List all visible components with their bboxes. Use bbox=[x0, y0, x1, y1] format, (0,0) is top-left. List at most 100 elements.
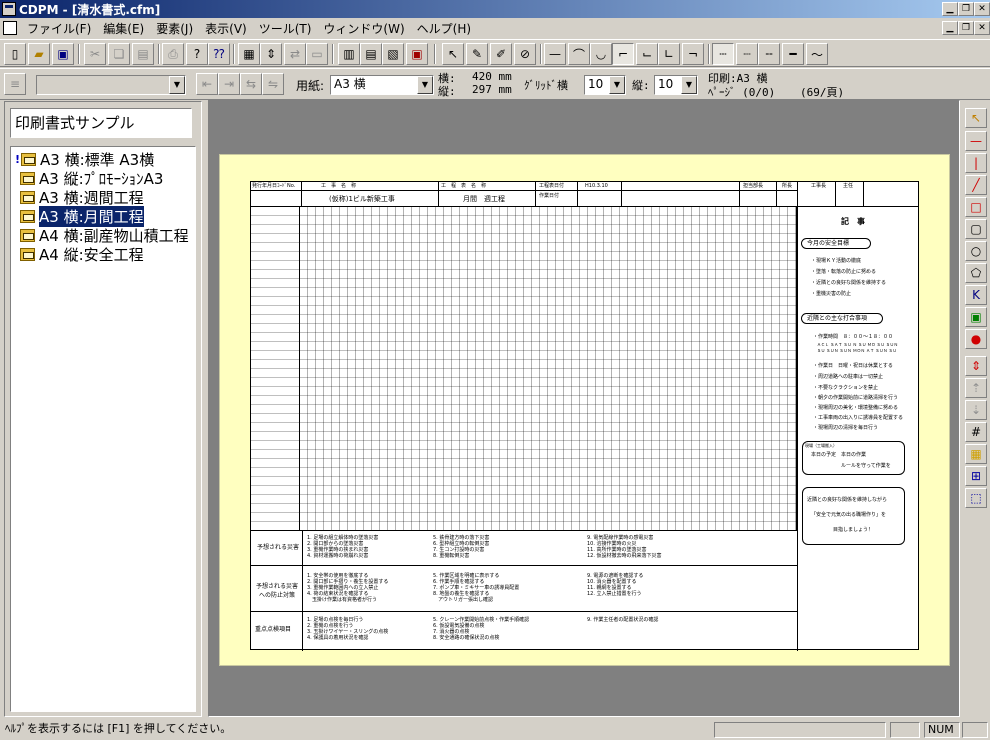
help-icon[interactable]: ? bbox=[186, 43, 208, 65]
page-count-label: (69/頁) bbox=[800, 86, 845, 99]
countermeasure-column: 1. 安全帯の使用を徹底する 2. 開口部に手摺り・養生を設置する 3. 重機作… bbox=[307, 573, 389, 603]
paste-icon[interactable]: ▤ bbox=[132, 43, 154, 65]
close-button[interactable]: ✕ bbox=[974, 2, 990, 16]
menu-file[interactable]: ファイル(F) bbox=[21, 20, 97, 37]
font-combo[interactable]: ▼ bbox=[36, 75, 186, 95]
eraser-icon[interactable]: ⊘ bbox=[514, 43, 536, 65]
rounded-rect-icon[interactable]: ▢ bbox=[965, 219, 987, 239]
zoom-area-icon[interactable]: ⬚ bbox=[965, 488, 987, 508]
copy-icon[interactable]: ❏ bbox=[108, 43, 130, 65]
crosshair-icon[interactable]: ⊞ bbox=[965, 466, 987, 486]
form-name-field[interactable]: 印刷書式サンプル bbox=[10, 108, 192, 138]
form-list-item-selected[interactable]: A3 横:月間工程 bbox=[11, 206, 195, 227]
grid-width-label: ｸﾞﾘｯﾄﾞ横 bbox=[524, 79, 568, 92]
doc-close-button[interactable]: ✕ bbox=[974, 21, 990, 35]
layout-icon-4[interactable]: ▣ bbox=[406, 43, 428, 65]
form-list-item[interactable]: A4 縦:安全工程 bbox=[11, 245, 195, 264]
menu-tools[interactable]: ツール(T) bbox=[253, 20, 318, 37]
ellipse-icon[interactable]: ○ bbox=[965, 241, 987, 261]
layout-icon-2[interactable]: ▤ bbox=[360, 43, 382, 65]
line-dot-icon[interactable]: ╌ bbox=[758, 43, 780, 65]
form-list-item[interactable]: A3 縦:ﾌﾟﾛﾓｰｼｮﾝA3 bbox=[11, 169, 195, 188]
line-corner4-icon[interactable]: ¬ bbox=[682, 43, 704, 65]
frame-icon[interactable]: ▭ bbox=[306, 43, 328, 65]
header-cell: H10.3.10 bbox=[585, 183, 608, 189]
menu-element[interactable]: 要素(J) bbox=[150, 20, 199, 37]
notice-box-1-line: 本日の予定 本日の作業 bbox=[811, 452, 867, 458]
schedule-sheet[interactable]: 発行年月日ｺｰﾄﾞNo. 工 事 名 称 工 程 表 名 称 工程表日付 H10… bbox=[250, 181, 919, 651]
header-cell: 主任 bbox=[843, 183, 854, 189]
doc-restore-button[interactable]: ❐ bbox=[958, 21, 974, 35]
layer-icon[interactable]: ≡ bbox=[4, 73, 26, 95]
line-wave-icon[interactable]: 〜 bbox=[806, 43, 828, 65]
line-corner3-icon[interactable]: ∟ bbox=[658, 43, 680, 65]
document-icon[interactable] bbox=[3, 21, 17, 35]
polygon-icon[interactable]: ⬠ bbox=[965, 263, 987, 283]
rules-title: 近隣との主な打合事項 bbox=[807, 315, 867, 322]
rule-item: ・工事車両の出入りに誘導員を配置する bbox=[813, 415, 904, 421]
layout-icon-1[interactable]: ▥ bbox=[338, 43, 360, 65]
pen-icon[interactable]: ✎ bbox=[466, 43, 488, 65]
rule-item: ・現場周辺の美化・環境整備に努める bbox=[813, 405, 899, 411]
restore-button[interactable]: ❐ bbox=[958, 2, 974, 16]
line-solid-icon[interactable]: ┄ bbox=[712, 43, 734, 65]
print-icon[interactable]: ⎙ bbox=[162, 43, 184, 65]
sort-icon[interactable]: ⇕ bbox=[260, 43, 282, 65]
align-icon-4[interactable]: ⇋ bbox=[262, 73, 284, 95]
form-icon bbox=[20, 210, 35, 223]
menu-view[interactable]: 表示(V) bbox=[199, 20, 253, 37]
grid-height-select[interactable]: 10 ▼ bbox=[654, 75, 698, 95]
image-icon[interactable]: ▣ bbox=[965, 307, 987, 327]
doc-minimize-button[interactable]: ▁ bbox=[942, 21, 958, 35]
rule-item: ・作業時間 ８：００～１８：００ bbox=[813, 334, 894, 340]
horizontal-line-icon[interactable]: — bbox=[965, 131, 987, 151]
pointer-icon[interactable]: ↖ bbox=[442, 43, 464, 65]
swap-icon[interactable]: ⇄ bbox=[284, 43, 306, 65]
rectangle-icon[interactable]: □ bbox=[965, 197, 987, 217]
minimize-button[interactable]: ▁ bbox=[942, 2, 958, 16]
status-panel bbox=[890, 722, 920, 738]
line-straight-icon[interactable]: — bbox=[544, 43, 566, 65]
line-corner2-icon[interactable]: ⌙ bbox=[636, 43, 658, 65]
menu-edit[interactable]: 編集(E) bbox=[97, 20, 150, 37]
notice-box-1-line: ルールを守って作業を bbox=[841, 463, 891, 469]
pencil-icon[interactable]: ✐ bbox=[490, 43, 512, 65]
grid-toggle-icon[interactable]: # bbox=[965, 422, 987, 442]
move-up-down-icon[interactable]: ⇕ bbox=[965, 356, 987, 376]
grid-width-select[interactable]: 10 ▼ bbox=[584, 75, 626, 95]
text-cursor-icon[interactable]: K bbox=[965, 285, 987, 305]
line-arc-down-icon[interactable]: ◡ bbox=[590, 43, 612, 65]
paper-select[interactable]: A3 横 ▼ bbox=[330, 75, 434, 95]
save-icon[interactable]: ▣ bbox=[52, 43, 74, 65]
context-help-icon[interactable]: ⁇ bbox=[208, 43, 230, 65]
line-dash-icon[interactable]: ┈ bbox=[736, 43, 758, 65]
cut-icon[interactable]: ✂ bbox=[84, 43, 106, 65]
schedule-name: 月間 週工程 bbox=[463, 195, 505, 203]
bring-front-icon[interactable]: ⇡ bbox=[965, 378, 987, 398]
stamp-icon[interactable]: ● bbox=[965, 329, 987, 349]
line-corner-icon[interactable]: ⌐ bbox=[612, 43, 634, 65]
align-icon-1[interactable]: ⇤ bbox=[196, 73, 218, 95]
app-icon bbox=[2, 2, 16, 16]
open-folder-icon[interactable]: ▰ bbox=[28, 43, 50, 65]
layout-icon-3[interactable]: ▧ bbox=[382, 43, 404, 65]
form-list-item[interactable]: A3 横:週間工程 bbox=[11, 188, 195, 207]
align-icon-3[interactable]: ⇆ bbox=[240, 73, 262, 95]
line-thick-icon[interactable]: ━ bbox=[782, 43, 804, 65]
select-arrow-icon[interactable]: ↖ bbox=[965, 108, 987, 128]
new-file-icon[interactable]: ▯ bbox=[4, 43, 26, 65]
diagonal-line-icon[interactable]: ╱ bbox=[965, 175, 987, 195]
list-view-icon[interactable]: ▦ bbox=[238, 43, 260, 65]
snap-icon[interactable]: ▦ bbox=[965, 444, 987, 464]
notice-box-2-line: 「安全で元気の出る職場作り」を bbox=[811, 512, 887, 518]
form-list-item[interactable]: A4 横:副産物山積工程 bbox=[11, 226, 195, 245]
menu-help[interactable]: ヘルプ(H) bbox=[411, 20, 477, 37]
hazard-column: 5. 鉄骨建方時の落下災害 6. 型枠組立時の転倒災害 7. 生コン打設時の災害… bbox=[433, 535, 490, 559]
menu-window[interactable]: ウィンドウ(W) bbox=[317, 20, 410, 37]
form-list-item[interactable]: ! A3 横:標準 A3横 bbox=[11, 150, 195, 169]
schedule-grid bbox=[251, 206, 797, 530]
send-back-icon[interactable]: ⇣ bbox=[965, 400, 987, 420]
align-icon-2[interactable]: ⇥ bbox=[218, 73, 240, 95]
line-arc-up-icon[interactable]: ⌒ bbox=[568, 43, 590, 65]
vertical-line-icon[interactable]: | bbox=[965, 153, 987, 173]
